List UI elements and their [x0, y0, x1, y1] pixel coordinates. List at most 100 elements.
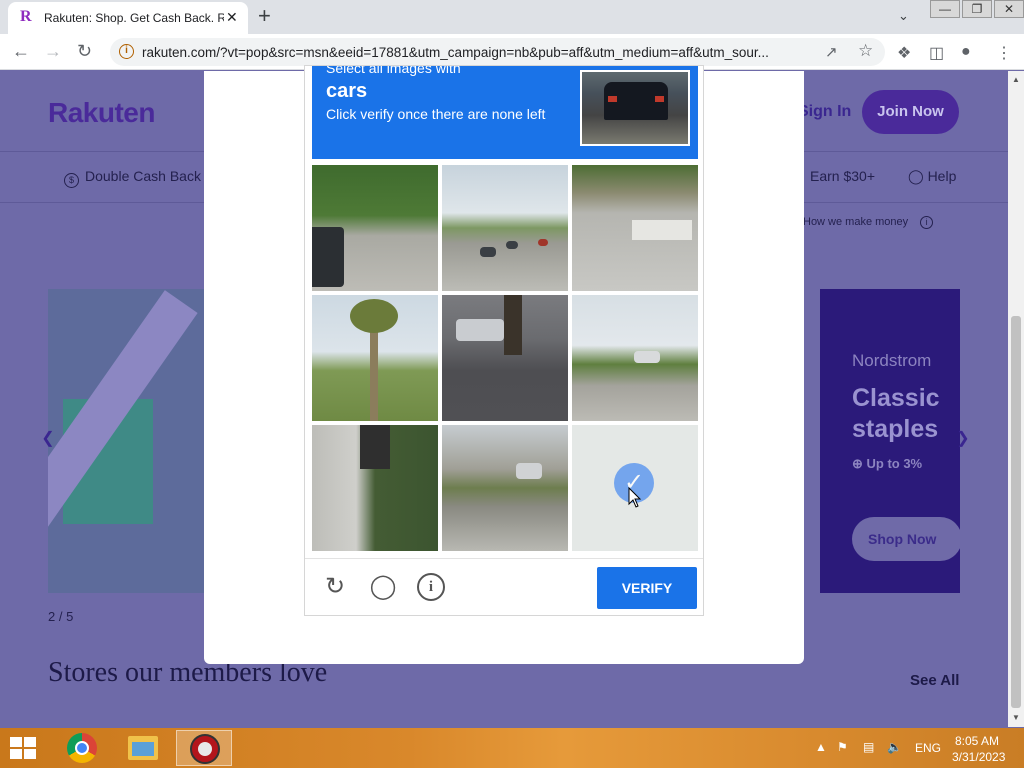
address-bar[interactable]: i rakuten.com/?vt=pop&src=msn&eeid=17881… [110, 38, 885, 66]
side-panel-icon[interactable]: ◫ [929, 43, 944, 63]
double-cash-back-link[interactable]: $ Double Cash Back [64, 168, 201, 188]
carousel-slide-left[interactable] [48, 289, 208, 593]
tab-search-chevron-icon[interactable]: ⌄ [898, 8, 909, 24]
captcha-tile-1[interactable] [312, 165, 438, 291]
captcha-tile-6[interactable] [572, 295, 698, 421]
join-now-button[interactable]: Join Now [862, 90, 959, 134]
folder-window-shape [132, 742, 154, 756]
carousel-prev-chevron-icon[interactable]: ❮ [36, 427, 60, 451]
captcha-tile-3[interactable] [572, 165, 698, 291]
tile-car-shape [634, 351, 660, 363]
chrome-logo-center [75, 741, 89, 755]
new-tab-button[interactable]: + [258, 5, 271, 27]
shop-now-button[interactable]: Shop Now [852, 517, 960, 561]
help-label: Help [927, 168, 957, 184]
rakuten-logo[interactable]: Rakuten [48, 97, 155, 129]
how-we-make-money-label: How we make money [803, 216, 909, 228]
reload-icon[interactable]: ↻ [77, 42, 92, 60]
earn-link[interactable]: Earn $30+ [810, 168, 875, 184]
extensions-puzzle-icon[interactable]: ❖ [897, 43, 911, 63]
chat-bubble-icon: ◯ [908, 168, 928, 184]
windows-taskbar: ▲ ⚑ ▤ 🔈 ENG 8:05 AM 3/31/2023 [0, 728, 1024, 768]
promo-headline: Classic staples [852, 384, 940, 443]
captcha-modal: Select all images with cars Click verify… [204, 65, 804, 664]
captcha-header: Select all images with cars Click verify… [312, 66, 698, 159]
captcha-tile-8[interactable] [442, 425, 568, 551]
page-scrollbar[interactable]: ▲ ▼ [1008, 71, 1024, 727]
see-all-link[interactable]: See All [910, 672, 959, 689]
bookmark-star-icon[interactable]: ☆ [858, 41, 873, 61]
action-center-flag-icon[interactable]: ⚑ [837, 740, 848, 754]
captcha-footer: ↻ ◯ i VERIFY [305, 558, 703, 616]
carousel-next-chevron-icon[interactable]: ❯ [951, 427, 975, 451]
tile-car-shape [480, 247, 496, 257]
how-we-make-money-link[interactable]: How we make money i [803, 216, 934, 229]
dollar-circle-icon: $ [64, 173, 79, 188]
tile-car-shape [516, 463, 542, 479]
image-captcha-challenge: Select all images with cars Click verify… [304, 65, 704, 616]
scrollbar-thumb[interactable] [1011, 316, 1021, 708]
menu-kebab-icon[interactable]: ⋮ [996, 43, 1012, 63]
tile-crosswalk-shape [632, 220, 692, 240]
scroll-up-arrow-icon[interactable]: ▲ [1012, 75, 1020, 84]
verify-button[interactable]: VERIFY [597, 567, 697, 609]
site-info-icon[interactable]: i [119, 44, 134, 59]
recorder-taskbar-icon[interactable] [176, 730, 232, 766]
sign-in-link[interactable]: Sign In [798, 103, 851, 121]
captcha-tile-5[interactable] [442, 295, 568, 421]
back-arrow-icon[interactable]: ← [12, 42, 30, 60]
car-taillight [655, 96, 664, 102]
tile-tree-trunk [504, 295, 522, 355]
rakuten-favicon-icon: R [20, 8, 32, 25]
show-hidden-icons-chevron-icon[interactable]: ▲ [815, 740, 827, 754]
promo-banner-nordstrom[interactable]: Nordstrom Classic staples ⊕ Up to 3% Sho… [820, 289, 960, 593]
double-cash-back-label: Double Cash Back [85, 168, 201, 184]
help-info-icon[interactable]: i [417, 573, 445, 601]
promo-store-name: Nordstrom [852, 351, 932, 370]
forward-arrow-icon[interactable]: → [44, 42, 62, 60]
reload-challenge-icon[interactable]: ↻ [321, 573, 349, 601]
system-clock[interactable]: 8:05 AM 3/31/2023 [952, 733, 1006, 765]
chrome-taskbar-icon[interactable] [54, 730, 110, 766]
tab-strip: R Rakuten: Shop. Get Cash Back. Re ✕ + ⌄… [0, 0, 1024, 34]
mouse-cursor-icon [628, 487, 642, 508]
tile-car-shape [456, 319, 504, 341]
url-text[interactable]: rakuten.com/?vt=pop&src=msn&eeid=17881&u… [142, 45, 822, 60]
clock-time: 8:05 AM [954, 734, 1000, 748]
tab-title: Rakuten: Shop. Get Cash Back. Re [44, 11, 224, 25]
audio-challenge-headphones-icon[interactable]: ◯ [369, 573, 397, 601]
captcha-instruction: Click verify once there are none left [326, 106, 546, 122]
tile-pole-shape [360, 425, 390, 469]
tile-car-shape [506, 241, 518, 249]
input-language-indicator[interactable]: ENG [915, 741, 941, 755]
captcha-sample-image [580, 70, 690, 146]
windows-start-icon[interactable] [10, 737, 38, 761]
file-explorer-taskbar-icon[interactable] [116, 730, 172, 766]
captcha-select-text: Select all images with [326, 66, 461, 76]
captcha-target-word: cars [326, 80, 368, 102]
tile-car-shape [312, 227, 344, 287]
scroll-down-arrow-icon[interactable]: ▼ [1012, 713, 1020, 722]
profile-avatar-icon[interactable]: ● [961, 43, 971, 61]
share-icon[interactable]: ↗ [825, 43, 838, 61]
info-circle-icon: i [920, 216, 934, 229]
captcha-tile-7[interactable] [312, 425, 438, 551]
recorder-logo-center [198, 742, 212, 756]
carousel-pager: 2 / 5 [48, 609, 74, 624]
close-window-button[interactable]: ✕ [994, 0, 1024, 18]
clock-date: 3/31/2023 [952, 750, 1006, 764]
captcha-tile-4[interactable] [312, 295, 438, 421]
window-controls: — ❐ ✕ [928, 0, 1024, 18]
volume-muted-icon[interactable]: 🔈 [887, 740, 902, 754]
tile-palm-leaves [350, 299, 398, 333]
car-taillight [608, 96, 617, 102]
browser-tab[interactable]: R Rakuten: Shop. Get Cash Back. Re ✕ [8, 2, 248, 34]
tile-building-shape [538, 239, 548, 246]
promo-offer: ⊕ Up to 3% [852, 456, 923, 471]
minimize-button[interactable]: — [930, 0, 960, 18]
restore-button[interactable]: ❐ [962, 0, 992, 18]
tab-close-icon[interactable]: ✕ [226, 9, 238, 26]
network-icon[interactable]: ▤ [863, 740, 874, 754]
help-link[interactable]: ◯ Help [908, 168, 956, 185]
captcha-tile-2[interactable] [442, 165, 568, 291]
